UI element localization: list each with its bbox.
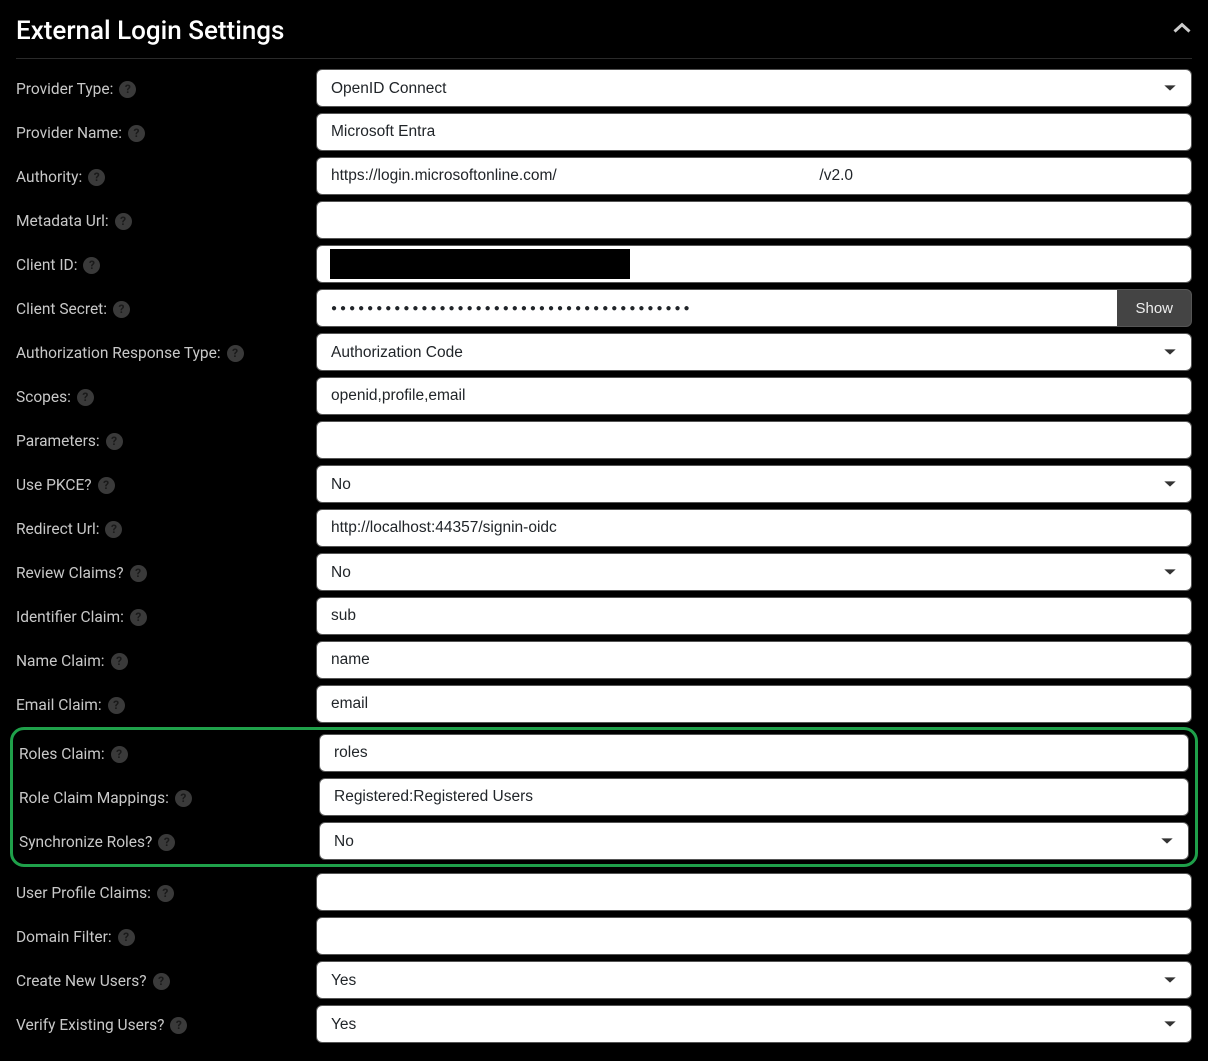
highlighted-roles-section: Roles Claim: ? Role Claim Mappings: ? Sy…	[10, 727, 1198, 867]
help-icon[interactable]: ?	[128, 125, 145, 142]
help-icon[interactable]: ?	[115, 213, 132, 230]
help-icon[interactable]: ?	[111, 653, 128, 670]
help-icon[interactable]: ?	[106, 433, 123, 450]
label-auth-response-type: Authorization Response Type:	[16, 344, 221, 362]
help-icon[interactable]: ?	[88, 169, 105, 186]
label-metadata-url: Metadata Url:	[16, 212, 109, 230]
email-claim-input[interactable]	[316, 685, 1192, 723]
scopes-input[interactable]	[316, 377, 1192, 415]
help-icon[interactable]: ?	[83, 257, 100, 274]
row-client-secret: Client Secret: ? ●●●●●●●●●●●●●●●●●●●●●●●…	[16, 289, 1192, 327]
use-pkce-select[interactable]: No	[316, 465, 1192, 503]
label-roles-claim: Roles Claim:	[19, 745, 105, 763]
help-icon[interactable]: ?	[158, 834, 175, 851]
help-icon[interactable]: ?	[153, 973, 170, 990]
row-auth-response-type: Authorization Response Type: ? Authoriza…	[16, 333, 1192, 371]
help-icon[interactable]: ?	[108, 697, 125, 714]
row-role-claim-mappings: Role Claim Mappings: ?	[19, 778, 1189, 816]
label-review-claims: Review Claims?	[16, 564, 124, 582]
help-icon[interactable]: ?	[118, 929, 135, 946]
row-provider-type: Provider Type: ? OpenID Connect	[16, 69, 1192, 107]
row-create-new-users: Create New Users? ? Yes	[16, 961, 1192, 999]
row-use-pkce: Use PKCE? ? No	[16, 465, 1192, 503]
help-icon[interactable]: ?	[113, 301, 130, 318]
authority-input[interactable]	[316, 157, 1192, 195]
row-parameters: Parameters: ?	[16, 421, 1192, 459]
row-email-claim: Email Claim: ?	[16, 685, 1192, 723]
help-icon[interactable]: ?	[119, 81, 136, 98]
help-icon[interactable]: ?	[170, 1017, 187, 1034]
help-icon[interactable]: ?	[130, 565, 147, 582]
row-metadata-url: Metadata Url: ?	[16, 201, 1192, 239]
row-name-claim: Name Claim: ?	[16, 641, 1192, 679]
metadata-url-input[interactable]	[316, 201, 1192, 239]
label-create-new-users: Create New Users?	[16, 972, 147, 990]
row-verify-existing-users: Verify Existing Users? ? Yes	[16, 1005, 1192, 1043]
help-icon[interactable]: ?	[157, 885, 174, 902]
user-profile-claims-input[interactable]	[316, 873, 1192, 911]
panel-title: External Login Settings	[16, 16, 284, 46]
help-icon[interactable]: ?	[111, 746, 128, 763]
synchronize-roles-select[interactable]: No	[319, 822, 1189, 860]
label-client-secret: Client Secret:	[16, 300, 107, 318]
row-redirect-url: Redirect Url: ?	[16, 509, 1192, 547]
label-verify-existing-users: Verify Existing Users?	[16, 1016, 164, 1034]
row-authority: Authority: ?	[16, 157, 1192, 195]
label-provider-name: Provider Name:	[16, 124, 122, 142]
label-parameters: Parameters:	[16, 432, 100, 450]
provider-name-input[interactable]	[316, 113, 1192, 151]
identifier-claim-input[interactable]	[316, 597, 1192, 635]
verify-existing-users-select[interactable]: Yes	[316, 1005, 1192, 1043]
row-user-profile-claims: User Profile Claims: ?	[16, 873, 1192, 911]
label-use-pkce: Use PKCE?	[16, 476, 92, 494]
role-claim-mappings-input[interactable]	[319, 778, 1189, 816]
row-provider-name: Provider Name: ?	[16, 113, 1192, 151]
parameters-input[interactable]	[316, 421, 1192, 459]
help-icon[interactable]: ?	[130, 609, 147, 626]
panel-header: External Login Settings	[16, 12, 1192, 59]
redirect-url-input[interactable]	[316, 509, 1192, 547]
row-roles-claim: Roles Claim: ?	[19, 734, 1189, 772]
label-scopes: Scopes:	[16, 388, 71, 406]
review-claims-select[interactable]: No	[316, 553, 1192, 591]
redacted-block	[330, 249, 630, 279]
label-synchronize-roles: Synchronize Roles?	[19, 833, 152, 851]
label-provider-type: Provider Type:	[16, 80, 113, 98]
domain-filter-input[interactable]	[316, 917, 1192, 955]
label-role-claim-mappings: Role Claim Mappings:	[19, 789, 169, 807]
label-domain-filter: Domain Filter:	[16, 928, 112, 946]
auth-response-type-select[interactable]: Authorization Code	[316, 333, 1192, 371]
label-redirect-url: Redirect Url:	[16, 520, 99, 538]
label-user-profile-claims: User Profile Claims:	[16, 884, 151, 902]
label-client-id: Client ID:	[16, 256, 77, 274]
name-claim-input[interactable]	[316, 641, 1192, 679]
help-icon[interactable]: ?	[227, 345, 244, 362]
client-secret-input[interactable]: ●●●●●●●●●●●●●●●●●●●●●●●●●●●●●●●●●●●●●●●●	[316, 289, 1117, 327]
label-name-claim: Name Claim:	[16, 652, 105, 670]
provider-type-select[interactable]: OpenID Connect	[316, 69, 1192, 107]
row-domain-filter: Domain Filter: ?	[16, 917, 1192, 955]
row-synchronize-roles: Synchronize Roles? ? No	[19, 822, 1189, 860]
row-identifier-claim: Identifier Claim: ?	[16, 597, 1192, 635]
help-icon[interactable]: ?	[77, 389, 94, 406]
row-review-claims: Review Claims? ? No	[16, 553, 1192, 591]
label-authority: Authority:	[16, 168, 82, 186]
help-icon[interactable]: ?	[175, 790, 192, 807]
help-icon[interactable]: ?	[98, 477, 115, 494]
show-secret-button[interactable]: Show	[1117, 289, 1192, 327]
row-client-id: Client ID: ?	[16, 245, 1192, 283]
label-identifier-claim: Identifier Claim:	[16, 608, 124, 626]
row-scopes: Scopes: ?	[16, 377, 1192, 415]
chevron-down-icon[interactable]	[1172, 19, 1192, 43]
roles-claim-input[interactable]	[319, 734, 1189, 772]
help-icon[interactable]: ?	[105, 521, 122, 538]
label-email-claim: Email Claim:	[16, 696, 102, 714]
create-new-users-select[interactable]: Yes	[316, 961, 1192, 999]
